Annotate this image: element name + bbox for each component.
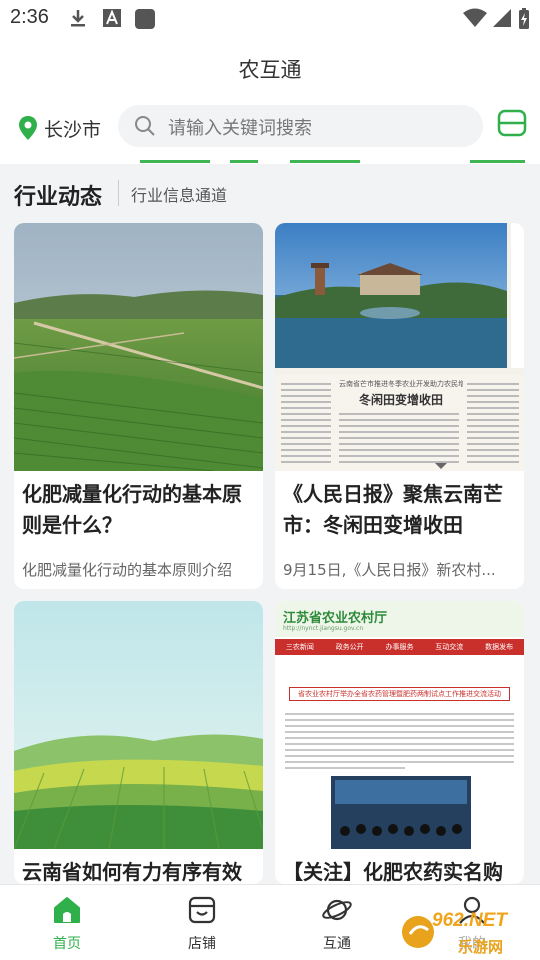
card-desc: 化肥减量化行动的基本原则介绍 bbox=[22, 561, 233, 579]
nav-item-home[interactable]: 首页 bbox=[22, 895, 112, 953]
app-header: 农互通 bbox=[0, 36, 540, 98]
wifi-icon bbox=[463, 8, 487, 27]
status-time: 2:36 bbox=[10, 6, 49, 28]
news-card[interactable]: 化肥减量化行动的基本原则是什么？ 化肥减量化行动的基本原则介绍 bbox=[14, 223, 263, 589]
card-title: 云南省如何有力有序有效 bbox=[22, 860, 242, 884]
card-title: 【关注】化肥农药实名购 bbox=[283, 860, 503, 884]
search-placeholder: 请输入关键词搜索 bbox=[168, 118, 312, 139]
watermark-sub: 乐游网 bbox=[458, 936, 504, 957]
home-icon bbox=[54, 897, 80, 923]
text-a-icon bbox=[103, 9, 121, 27]
battery-charging-icon bbox=[519, 8, 529, 29]
status-bar: 2:36 bbox=[0, 0, 540, 36]
government-webpage: 江苏省农业农村厅 http://nynct.jiangsu.gov.cn 三农新… bbox=[275, 601, 524, 849]
search-bar: 长沙市 请输入关键词搜索 bbox=[0, 98, 540, 160]
section-title: 行业动态 bbox=[14, 185, 103, 210]
newspaper-clipping: 云南省芒市推进冬季农业开发助力农民增收 冬闲田变增收田 bbox=[275, 223, 524, 471]
page-title: 农互通 bbox=[238, 58, 302, 82]
planet-icon bbox=[322, 899, 352, 921]
card-desc: 9月15日,《人民日报》新农村... bbox=[283, 561, 496, 579]
newspaper-headline: 冬闲田变增收田 bbox=[358, 393, 443, 407]
watermark-logo: 962.NET 乐游网 bbox=[398, 904, 540, 960]
newspaper-subhead: 云南省芒市推进冬季农业开发助力农民增收 bbox=[339, 380, 463, 388]
section-subtitle[interactable]: 行业信息通道 bbox=[131, 182, 227, 206]
card-title: 《人民日报》聚焦云南芒市：冬闲田变增收田 bbox=[283, 482, 503, 537]
news-card[interactable]: 云南省芒市推进冬季农业开发助力农民增收 冬闲田变增收田 《人民日报》聚焦云南芒市… bbox=[275, 223, 524, 589]
signal-icon bbox=[493, 9, 511, 27]
card-title: 化肥减量化行动的基本原则是什么？ bbox=[22, 482, 242, 537]
download-icon bbox=[71, 10, 85, 27]
news-card[interactable]: 云南省如何有力有序有效 bbox=[14, 601, 263, 884]
location-pin-icon bbox=[19, 116, 37, 140]
field-illustration bbox=[14, 601, 263, 849]
nav-item-shop[interactable]: 店铺 bbox=[157, 895, 247, 953]
nav-label: 店铺 bbox=[188, 936, 216, 952]
section-divider bbox=[118, 180, 119, 206]
section-header: 行业动态 行业信息通道 bbox=[0, 164, 540, 220]
city-label: 长沙市 bbox=[44, 118, 102, 141]
watermark-brand: 962.NET bbox=[432, 910, 507, 931]
shop-icon bbox=[188, 896, 216, 924]
app-square-icon bbox=[135, 9, 155, 29]
news-card[interactable]: 江苏省农业农村厅 http://nynct.jiangsu.gov.cn 三农新… bbox=[275, 601, 524, 884]
search-icon bbox=[135, 116, 155, 136]
nav-label: 互通 bbox=[323, 936, 351, 952]
scan-icon[interactable] bbox=[497, 109, 527, 137]
farmland-photo bbox=[14, 223, 263, 471]
nav-label: 首页 bbox=[53, 936, 81, 952]
nav-item-interconnect[interactable]: 互通 bbox=[292, 895, 382, 953]
city-selector[interactable]: 长沙市 bbox=[18, 114, 101, 142]
search-input[interactable]: 请输入关键词搜索 bbox=[118, 105, 483, 147]
